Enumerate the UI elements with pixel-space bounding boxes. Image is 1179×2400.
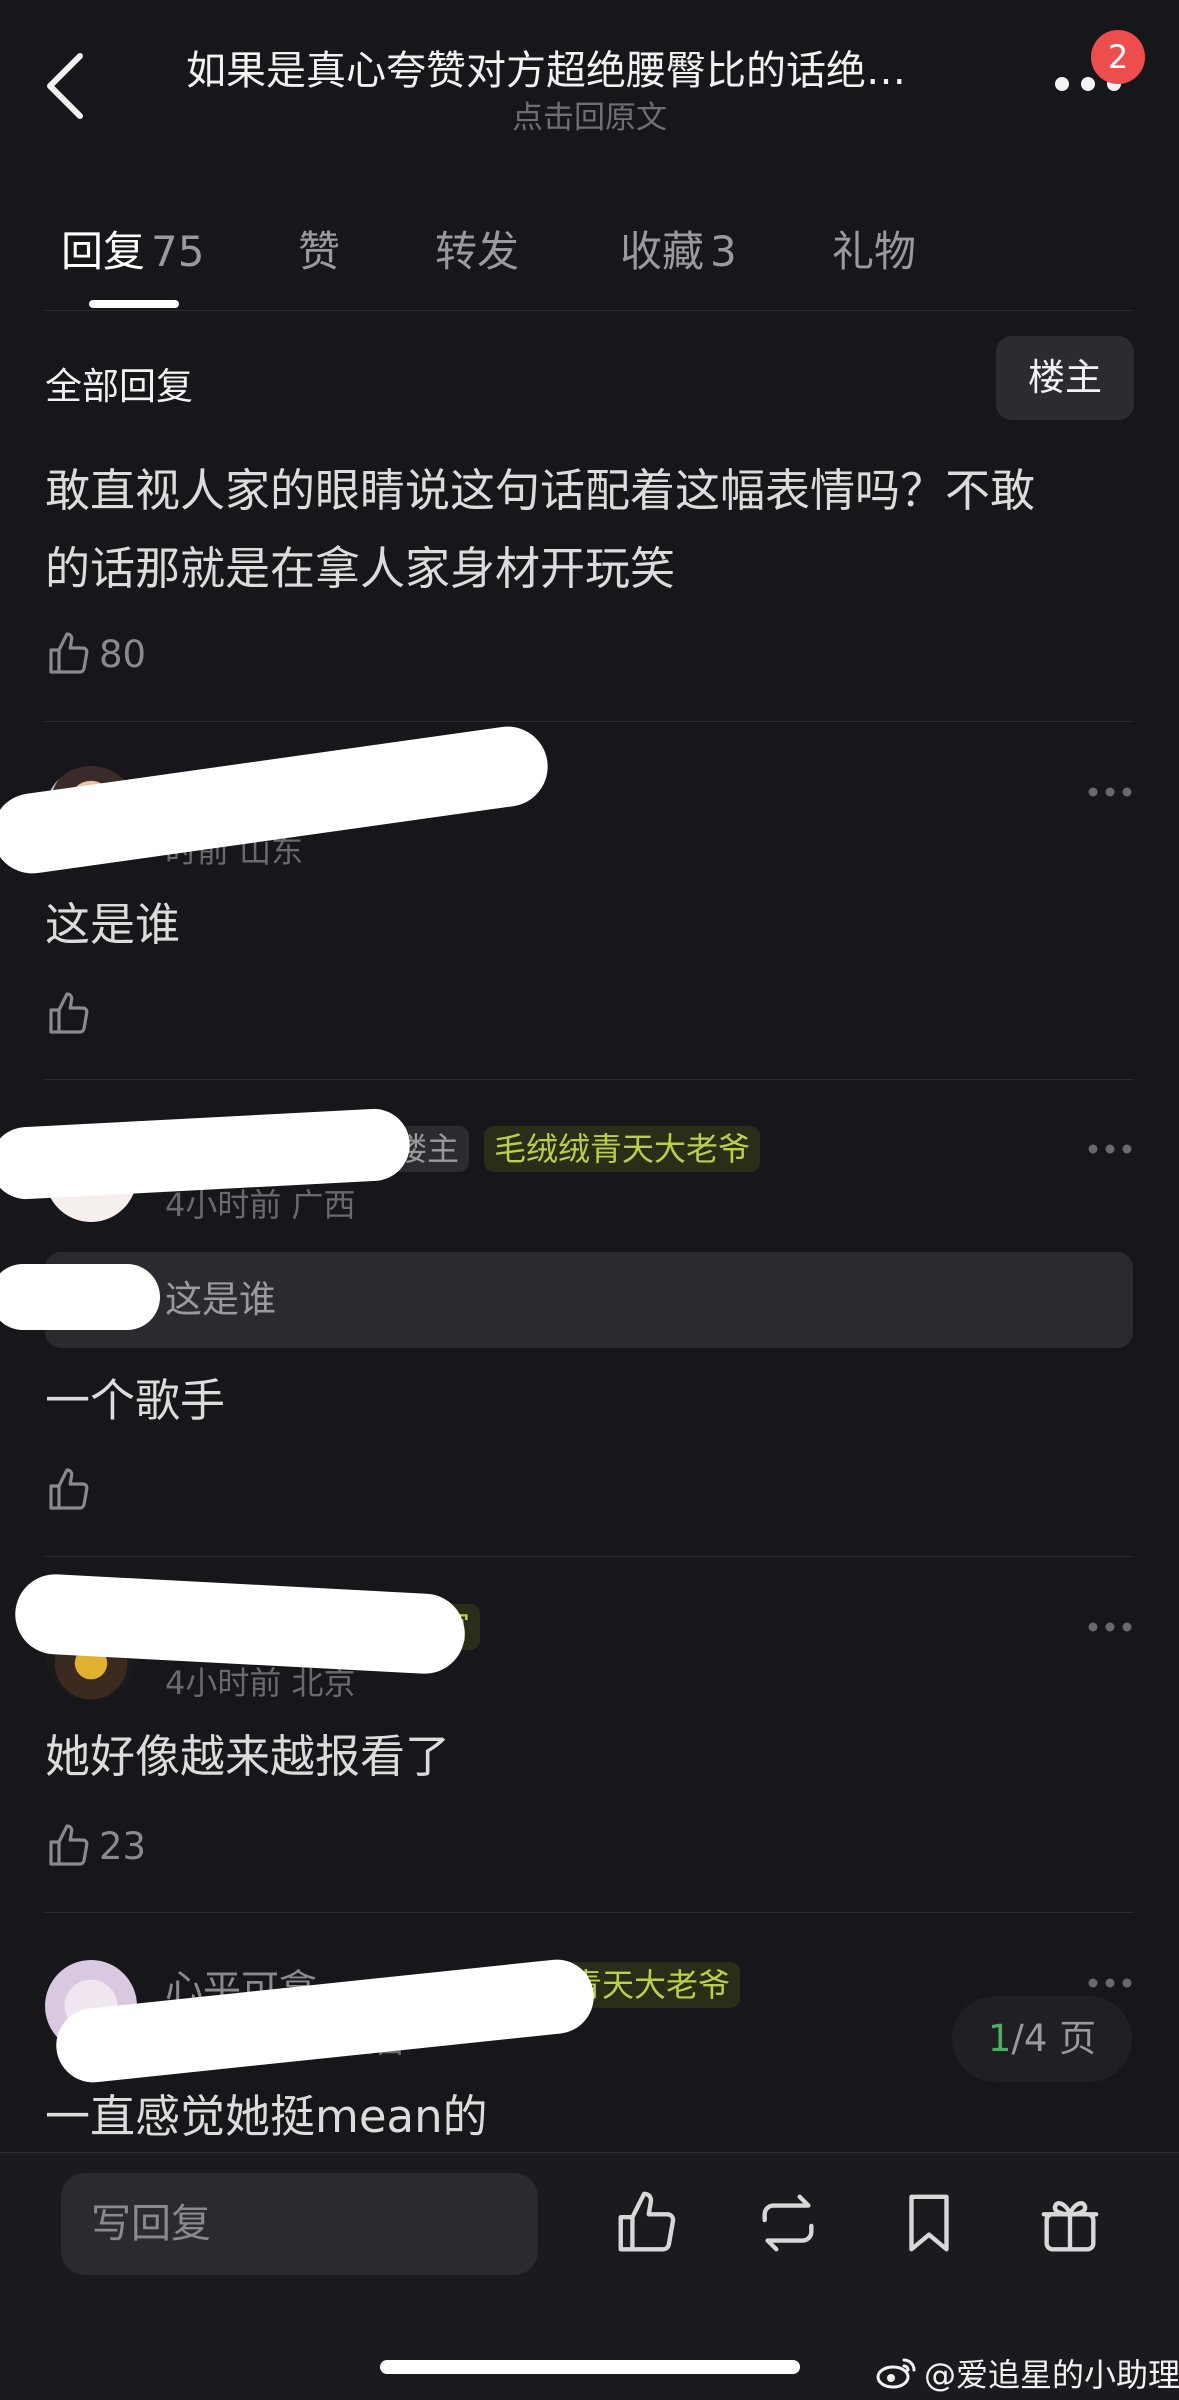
tab-gifts[interactable]: 礼物 — [832, 218, 916, 279]
comment-divider — [45, 1556, 1133, 1557]
tab-reposts[interactable]: 转发 — [435, 218, 519, 279]
reply-input[interactable]: 写回复 — [61, 2173, 538, 2275]
thumbs-up-icon — [49, 632, 89, 674]
tab-reposts-label: 转发 — [435, 227, 520, 276]
active-tab-indicator — [89, 300, 179, 308]
watermark-text: @爱追星的小助理 — [924, 2356, 1179, 2394]
weibo-logo-icon — [876, 2358, 916, 2389]
tab-favorites-label: 收藏 — [620, 227, 705, 276]
thumbs-up-icon[interactable] — [612, 2188, 682, 2258]
comment-text: 这是谁 — [45, 898, 181, 951]
like-button[interactable] — [45, 986, 93, 1042]
tab-replies[interactable]: 回复 75 — [61, 218, 204, 279]
quoted-reply[interactable]: 这是谁 — [45, 1252, 1133, 1348]
comment-text: 一直感觉她挺mean的 — [45, 2090, 488, 2143]
comment-divider — [45, 721, 1133, 722]
comment-divider — [45, 1912, 1133, 1913]
op-filter-button[interactable]: 楼主 — [996, 336, 1134, 420]
thumbs-up-icon — [49, 992, 89, 1034]
redaction-scribble — [52, 1955, 598, 2087]
comment-text: 她好像越来越报看了 — [45, 1730, 451, 1783]
current-page: 1 — [987, 2017, 1012, 2060]
tab-favorites[interactable]: 收藏 3 — [620, 218, 737, 279]
more-horizontal-icon[interactable] — [1086, 785, 1134, 799]
post-title[interactable]: 如果是真心夸赞对方超绝腰臀比的话绝… — [186, 38, 906, 96]
like-count: 23 — [99, 1824, 147, 1868]
page-total: /4 页 — [1011, 2017, 1097, 2060]
view-original-link[interactable]: 点击回原文 — [0, 92, 1179, 137]
fan-badge: 毛绒绒青天大老爷 — [484, 1126, 761, 1172]
tab-likes[interactable]: 赞 — [298, 218, 340, 279]
tab-replies-count: 75 — [151, 227, 205, 276]
all-replies-label: 全部回复 — [45, 365, 193, 408]
like-button[interactable]: 23 — [45, 1818, 146, 1874]
tab-gifts-label: 礼物 — [832, 227, 917, 276]
more-horizontal-icon[interactable] — [1086, 1142, 1134, 1156]
watermark: @爱追星的小助理 — [876, 2350, 1179, 2396]
comment-text-line: 的话那就是在拿人家身材开玩笑 — [45, 542, 676, 595]
tabs-divider — [45, 310, 1133, 311]
more-horizontal-icon[interactable] — [1086, 1620, 1134, 1634]
comment-text-line: 敢直视人家的眼睛说这句话配着这幅表情吗？不敢 — [45, 464, 1036, 517]
like-button[interactable] — [45, 1462, 93, 1518]
page-indicator[interactable]: 1/4 页 — [952, 1996, 1132, 2082]
bookmark-icon[interactable] — [894, 2188, 964, 2258]
notification-badge: 2 — [1091, 30, 1145, 84]
comment-text: 一个歌手 — [45, 1374, 226, 1427]
comment-divider — [45, 1079, 1133, 1080]
like-count: 80 — [99, 632, 147, 676]
gift-icon[interactable] — [1035, 2188, 1105, 2258]
like-button[interactable]: 80 — [45, 626, 146, 682]
more-horizontal-icon[interactable] — [1086, 1976, 1134, 1990]
tab-likes-label: 赞 — [298, 227, 341, 276]
home-indicator[interactable] — [380, 2360, 800, 2374]
tab-favorites-count: 3 — [710, 227, 737, 276]
comment-text: 敢直视人家的眼睛说这句话配着这幅表情吗？不敢 的话那就是在拿人家身材开玩笑 — [45, 452, 1145, 608]
redaction-scribble — [0, 1264, 160, 1330]
repost-icon[interactable] — [753, 2188, 823, 2258]
thumbs-up-icon — [49, 1824, 89, 1866]
tab-replies-label: 回复 — [61, 227, 146, 276]
thumbs-up-icon — [49, 1468, 89, 1510]
